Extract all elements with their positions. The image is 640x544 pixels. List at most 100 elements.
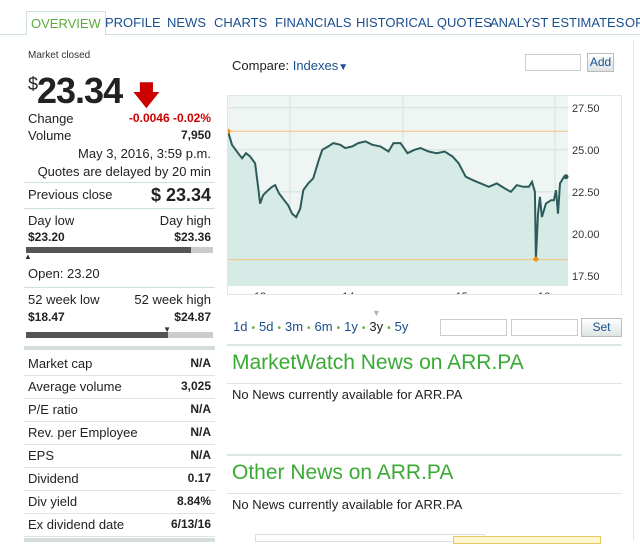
market-status: Market closed xyxy=(28,50,91,61)
week52-low-label: 52 week low xyxy=(28,292,100,307)
delay-note: Quotes are delayed by 20 min xyxy=(37,164,211,179)
tab-analyst-estimates[interactable]: ANALYST ESTIMATES xyxy=(490,11,624,35)
volume-value: 7,950 xyxy=(180,128,211,142)
ad-button[interactable] xyxy=(453,536,601,544)
volume-row: Volume 7,950 xyxy=(24,128,215,143)
divider xyxy=(227,383,622,384)
day-high-value: $23.36 xyxy=(174,230,211,244)
divider xyxy=(24,208,215,209)
day-low-value: $23.20 xyxy=(28,230,65,244)
low-marker xyxy=(533,256,539,262)
range-1d[interactable]: 1d xyxy=(233,319,247,334)
previous-close-value: $ 23.34 xyxy=(150,185,211,205)
divider xyxy=(24,182,215,183)
y-tick-label: 22.50 xyxy=(572,187,600,199)
week52-high-label: 52 week high xyxy=(134,292,211,307)
week52-values: $18.47 $24.87 xyxy=(24,310,215,324)
day-range-fill xyxy=(26,247,191,253)
stat-row: Div yield 8.84% xyxy=(24,491,215,514)
x-tick-label: 16 xyxy=(538,291,550,295)
ad-frame xyxy=(255,534,485,542)
other-news-title: Other News on ARR.PA xyxy=(232,461,454,484)
open-price: Open: 23.20 xyxy=(24,266,215,281)
tab-financials[interactable]: FINANCIALS xyxy=(275,11,352,35)
week52-range-fill xyxy=(26,332,169,338)
start-date-input[interactable] xyxy=(440,319,507,336)
y-tick-label: 27.50 xyxy=(572,103,600,115)
set-button[interactable]: Set xyxy=(581,318,622,337)
change-row: Change -0.0046 -0.02% xyxy=(24,111,215,126)
x-tick-label: 14 xyxy=(342,291,354,295)
range-selector: 1d • 5d • 3m • 6m • 1y • 3y • 5y xyxy=(233,319,408,334)
marketwatch-news-title: MarketWatch News on ARR.PA xyxy=(232,351,524,374)
tab-bar: OVERVIEW PROFILE NEWS CHARTS FINANCIALS … xyxy=(0,11,640,36)
range-6m[interactable]: 6m xyxy=(315,319,333,334)
stat-row: Average volume 3,025 xyxy=(24,376,215,399)
price-chart[interactable]: 27.50 25.00 22.50 20.00 17.50 13 14 15 16 xyxy=(227,95,622,295)
stat-value: 0.17 xyxy=(187,471,211,485)
day-range-values: $23.20 $23.36 xyxy=(24,230,215,244)
volume-label: Volume xyxy=(28,128,72,143)
tab-charts[interactable]: CHARTS xyxy=(214,11,267,35)
y-tick-label: 25.00 xyxy=(572,145,600,157)
tab-overview[interactable]: OVERVIEW xyxy=(26,11,106,36)
stat-label: P/E ratio xyxy=(28,402,78,417)
stat-label: Average volume xyxy=(28,379,122,394)
tab-news[interactable]: NEWS xyxy=(167,11,206,35)
divider xyxy=(24,287,215,288)
stat-value: N/A xyxy=(190,448,211,462)
divider xyxy=(24,538,215,542)
compare-symbol-input[interactable] xyxy=(525,54,581,71)
compare-label: Compare: xyxy=(232,58,290,73)
price-value: 23.34 xyxy=(37,70,123,111)
previous-close-row: Previous close $ 23.34 xyxy=(24,185,215,205)
week52-high-value: $24.87 xyxy=(174,310,211,324)
stat-row: Ex dividend date 6/13/16 xyxy=(24,514,215,537)
other-news-empty: No News currently available for ARR.PA xyxy=(232,497,463,512)
stat-value: N/A xyxy=(190,425,211,439)
range-5y[interactable]: 5y xyxy=(395,319,409,334)
stat-row: Rev. per Employee N/A xyxy=(24,422,215,445)
x-tick-label: 13 xyxy=(254,291,266,295)
week52-range-bar xyxy=(26,332,213,338)
stat-label: Rev. per Employee xyxy=(28,425,138,440)
stat-row: P/E ratio N/A xyxy=(24,399,215,422)
separator-dot: • xyxy=(336,323,341,334)
compare-dropdown[interactable]: Indexes xyxy=(293,58,339,73)
range-3y[interactable]: 3y xyxy=(369,319,383,334)
day-range-labels: Day low Day high xyxy=(24,213,215,228)
range-pointer-icon: ▼ xyxy=(372,308,381,318)
day-high-label: Day high xyxy=(159,213,211,228)
last-price: $23.34 xyxy=(28,70,123,112)
caret-down-icon: ▼ xyxy=(338,62,349,73)
marketwatch-news-empty: No News currently available for ARR.PA xyxy=(232,387,463,402)
open-value: Open: 23.20 xyxy=(28,266,100,281)
tab-options[interactable]: OP xyxy=(625,11,640,35)
range-3m[interactable]: 3m xyxy=(285,319,303,334)
stat-value: N/A xyxy=(190,356,211,370)
add-button[interactable]: Add xyxy=(587,53,614,72)
y-tick-label: 17.50 xyxy=(572,271,600,283)
last-marker xyxy=(563,174,569,180)
separator-dot: • xyxy=(307,323,311,334)
compare-control[interactable]: Compare: Indexes▼ xyxy=(232,58,348,73)
range-5d[interactable]: 5d xyxy=(259,319,273,334)
separator-dot: • xyxy=(277,323,281,334)
change-label: Change xyxy=(28,111,74,126)
stat-label: Market cap xyxy=(28,356,93,371)
stat-label: Dividend xyxy=(28,471,79,486)
previous-close-label: Previous close xyxy=(28,187,113,202)
tab-profile[interactable]: PROFILE xyxy=(105,11,161,35)
range-1y[interactable]: 1y xyxy=(344,319,358,334)
stat-label: Div yield xyxy=(28,494,78,509)
stat-label: EPS xyxy=(28,448,55,463)
column-divider xyxy=(633,40,634,540)
currency-symbol: $ xyxy=(28,74,38,94)
divider xyxy=(24,346,215,350)
stat-value: 3,025 xyxy=(180,379,211,393)
tab-historical-quotes[interactable]: HISTORICAL QUOTES xyxy=(356,11,492,35)
end-date-input[interactable] xyxy=(511,319,578,336)
day-range-bar xyxy=(26,247,213,253)
separator-dot: • xyxy=(251,323,255,334)
stat-row: EPS N/A xyxy=(24,445,215,468)
